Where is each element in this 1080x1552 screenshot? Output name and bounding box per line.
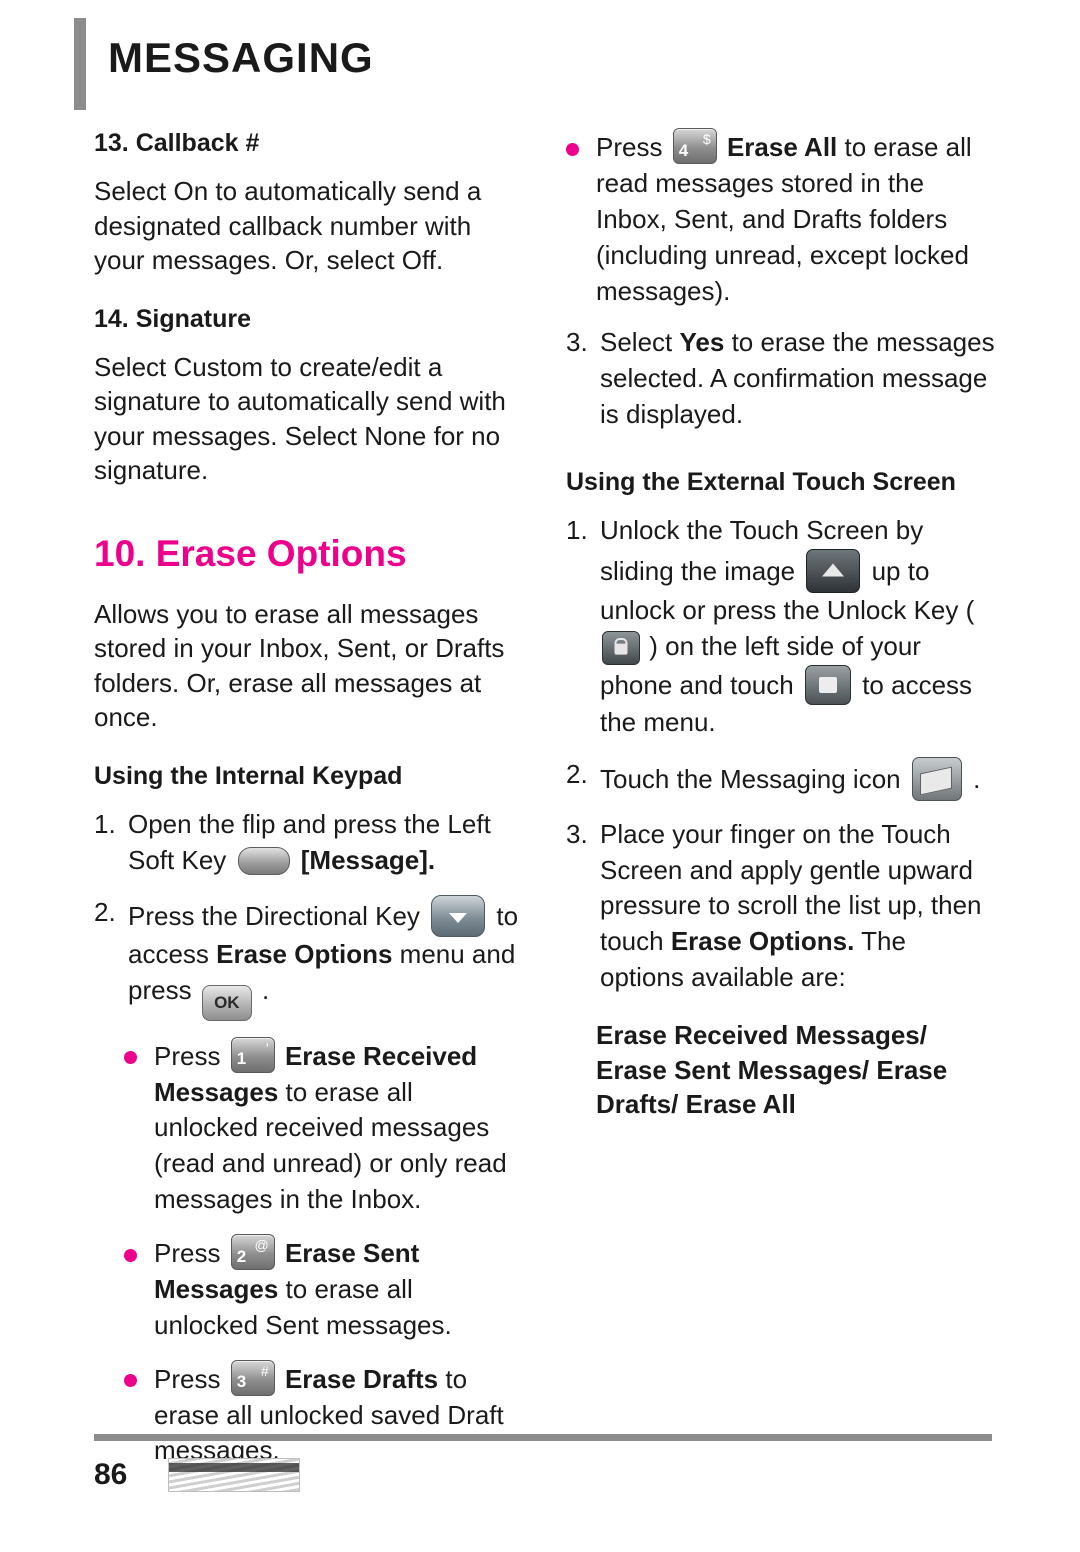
paragraph-erase-options: Allows you to erase all messages stored … [94,598,505,733]
key-symbol: # [260,1362,269,1379]
right-column: Press 4 $ Erase All to erase all read me… [566,128,996,1148]
touch2-text-b: . [973,763,981,794]
bullet4-bold: Erase All [726,132,838,162]
messaging-icon [911,756,962,801]
list-item: 3. Place your finger on the Touch Screen… [566,817,996,996]
directional-key-icon [431,894,486,937]
bullet2-press: Press [154,1238,221,1269]
unlock-key-icon [602,630,640,665]
erase-options-list: Erase Received Messages/ Erase Sent Mess… [596,1020,948,1120]
step2-text-a: Press the Directional Key [128,900,420,931]
heading-internal-keypad: Using the Internal Keypad [94,762,403,791]
footer-rule [94,1434,992,1441]
list-item: 2. Touch the Messaging icon . [566,756,996,801]
step1-text-b: [Message]. [300,844,436,875]
list-text: Place your finger on the Touch Screen an… [600,817,996,996]
step2-text-bold: Erase Options [216,938,393,969]
list-number: 2. [94,896,116,927]
key-2-icon: 2 @ [230,1234,275,1271]
list-text: Press the Directional Key to access Eras… [128,894,524,1021]
key-symbol: $ [702,131,711,147]
soft-key-icon [237,846,290,875]
list-number: 1. [566,515,588,545]
list-text: Press 1 ' Erase Received Messages to era… [154,1036,524,1218]
bullet1-press: Press [154,1040,221,1071]
list-text: Select Yes to erase the messages selecte… [600,325,996,433]
touch2-text-a: Touch the Messaging icon [600,763,901,794]
list-item: 1. Unlock the Touch Screen by sliding th… [566,513,996,741]
list-number: 1. [94,809,116,840]
heading-external-touch-screen: Using the External Touch Screen [566,468,956,496]
menu-icon [804,664,851,705]
list-text: Press 3 # Erase Drafts to erase all unlo… [154,1359,524,1470]
list-item: 1. Open the flip and press the Left Soft… [94,807,524,879]
touch3-bold: Erase Options. [670,926,855,957]
key-number: 2 [236,1246,247,1266]
key-1-icon: 1 ' [230,1036,275,1073]
heading-signature: 14. Signature [94,304,251,333]
bullet3-bold: Erase Drafts [284,1363,439,1394]
key-symbol: ' [266,1039,269,1056]
heading-callback: 13. Callback # [94,129,260,157]
list-item: Press 2 @ Erase Sent Messages to erase a… [124,1234,524,1344]
step2-text-d: . [262,974,270,1005]
step3-bold: Yes [679,327,725,358]
footer-logo [168,1458,300,1492]
ok-key-icon: OK [201,984,252,1021]
paragraph-signature: Select Custom to create/edit a signature… [94,351,506,486]
page-title: MESSAGING [108,34,374,81]
list-text: Touch the Messaging icon . [600,756,996,801]
key-number: 4 [678,140,689,160]
key-symbol: @ [254,1237,269,1254]
manual-page: MESSAGING 13. Callback # Select On to au… [0,0,1080,1552]
heading-erase-options: 10. Erase Options [94,533,407,575]
key-number: 3 [236,1372,247,1392]
header-accent-bar [74,18,86,110]
key-3-icon: 3 # [230,1359,275,1396]
list-text: Unlock the Touch Screen by sliding the i… [600,513,996,741]
list-item: Press 1 ' Erase Received Messages to era… [124,1036,524,1218]
left-column: 13. Callback # Select On to automaticall… [94,128,524,1485]
list-item: Press 3 # Erase Drafts to erase all unlo… [124,1359,524,1470]
bullet-dot [124,1037,154,1218]
list-number: 2. [566,758,588,789]
list-number: 3. [566,818,588,849]
key-4-icon: 4 $ [672,128,717,164]
list-item: Press 4 $ Erase All to erase all read me… [566,128,996,309]
touch1-paren: ( [965,594,975,625]
list-text: Open the flip and press the Left Soft Ke… [128,807,524,879]
bullet3-press: Press [154,1363,221,1394]
bullet4-press: Press [596,132,663,162]
bullet-dot [124,1234,154,1344]
list-text: Press 2 @ Erase Sent Messages to erase a… [154,1234,524,1344]
list-number: 3. [566,327,588,358]
list-item: 2. Press the Directional Key to access E… [94,894,524,1021]
key-number: 1 [236,1049,247,1069]
unlock-arrow-icon [806,548,861,593]
bullet-dot [124,1360,154,1470]
list-item: 3. Select Yes to erase the messages sele… [566,325,996,433]
list-text: Press 4 $ Erase All to erase all read me… [596,128,996,309]
step3-text-a: Select [600,327,673,358]
paragraph-callback: Select On to automatically send a design… [94,176,482,276]
bullet-dot [566,128,596,309]
page-number: 86 [94,1458,128,1491]
